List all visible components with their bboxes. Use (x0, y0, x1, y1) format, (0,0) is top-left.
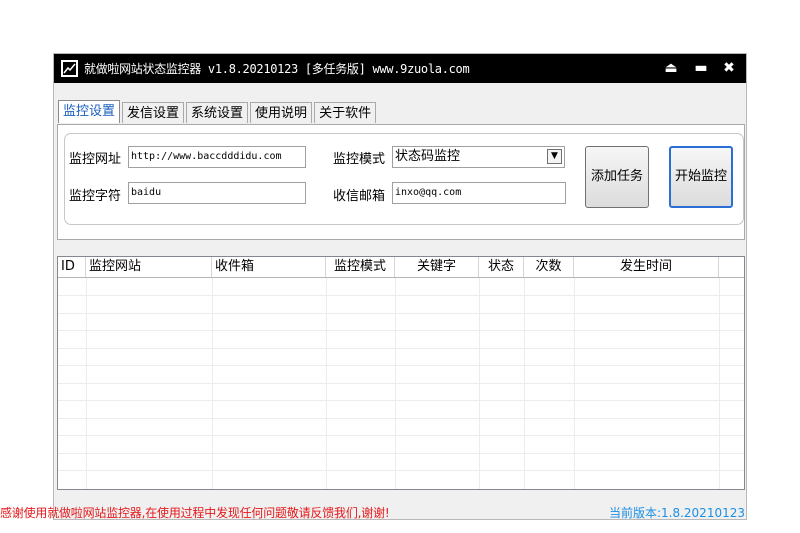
tab-usage-guide[interactable]: 使用说明 (250, 102, 313, 123)
task-table[interactable]: ID 监控网站 收件箱 监控模式 关键字 状态 次数 发生时间 (57, 256, 745, 490)
chevron-down-icon[interactable]: ▼ (547, 149, 562, 164)
version-label: 当前版本:1.8.20210123 (608, 506, 745, 520)
col-site[interactable]: 监控网站 (86, 257, 212, 277)
tab-strip: 监控设置 发信设置 系统设置 使用说明 关于软件 (58, 100, 378, 124)
col-status[interactable]: 状态 (479, 257, 524, 277)
col-mode[interactable]: 监控模式 (326, 257, 395, 277)
monitor-settings-pane: 监控网址 http://www.baccdddidu.com 监控字符 baid… (57, 124, 745, 240)
table-gridlines (58, 278, 744, 489)
col-keyword[interactable]: 关键字 (395, 257, 479, 277)
start-monitor-button[interactable]: 开始监控 (669, 146, 733, 208)
col-id[interactable]: ID (58, 257, 86, 277)
minimize-button[interactable]: ▬ (692, 59, 710, 77)
mode-label: 监控模式 (333, 152, 386, 167)
pin-button[interactable]: ⏏ (662, 59, 680, 77)
add-task-button[interactable]: 添加任务 (585, 146, 649, 208)
email-input[interactable]: inxo@qq.com (392, 182, 566, 204)
title-bar[interactable]: 就做啦网站状态监控器 v1.8.20210123 [多任务版] www.9zuo… (54, 54, 746, 83)
app-chart-icon (61, 60, 78, 77)
keyword-label: 监控字符 (69, 189, 122, 204)
url-label: 监控网址 (69, 152, 122, 167)
mode-select[interactable]: 状态码监控 ▼ (392, 146, 565, 168)
tab-monitor-settings[interactable]: 监控设置 (58, 100, 121, 123)
mode-select-value: 状态码监控 (395, 149, 461, 164)
col-inbox[interactable]: 收件箱 (212, 257, 326, 277)
email-label: 收信邮箱 (333, 189, 386, 204)
keyword-input[interactable]: baidu (128, 182, 306, 204)
tab-about[interactable]: 关于软件 (314, 102, 377, 123)
window-title: 就做啦网站状态监控器 v1.8.20210123 [多任务版] www.9zuo… (84, 62, 470, 76)
url-input[interactable]: http://www.baccdddidu.com (128, 146, 306, 168)
tab-system-settings[interactable]: 系统设置 (186, 102, 249, 123)
app-window: 就做啦网站状态监控器 v1.8.20210123 [多任务版] www.9zuo… (53, 53, 747, 520)
close-button[interactable]: ✖ (720, 59, 738, 77)
col-time[interactable]: 发生时间 (574, 257, 719, 277)
tab-mail-settings[interactable]: 发信设置 (122, 102, 185, 123)
table-header: ID 监控网站 收件箱 监控模式 关键字 状态 次数 发生时间 (58, 257, 744, 278)
thanks-message: 感谢使用就做啦网站监控器,在使用过程中发现任何问题敬请反馈我们,谢谢! (0, 506, 390, 520)
settings-group: 监控网址 http://www.baccdddidu.com 监控字符 baid… (64, 133, 744, 225)
col-count[interactable]: 次数 (524, 257, 574, 277)
